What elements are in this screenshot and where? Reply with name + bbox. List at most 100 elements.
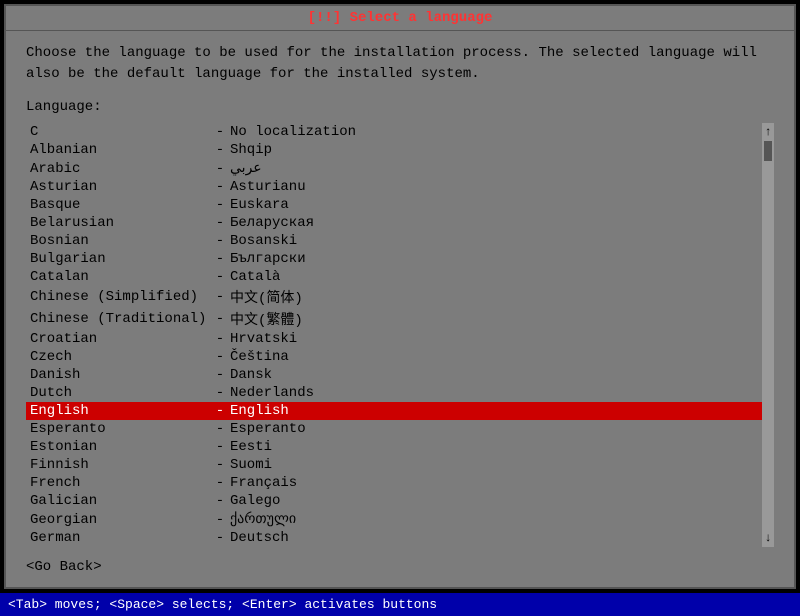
list-item[interactable]: Bulgarian-Български bbox=[26, 250, 762, 268]
list-container: C-No localizationAlbanian-ShqipArabic-عر… bbox=[26, 123, 774, 547]
list-item[interactable]: French-Français bbox=[26, 474, 762, 492]
language-name: Shqip bbox=[230, 142, 758, 158]
separator: - bbox=[210, 179, 230, 195]
main-window: [!!] Select a language Choose the langua… bbox=[4, 4, 796, 589]
language-name: Deutsch bbox=[230, 530, 758, 546]
language-name: Nederlands bbox=[230, 385, 758, 401]
list-item[interactable]: Chinese (Simplified)-中文(简体) bbox=[26, 286, 762, 308]
separator: - bbox=[210, 403, 230, 419]
description-text: Choose the language to be used for the i… bbox=[26, 43, 774, 85]
language-code: Basque bbox=[30, 197, 210, 213]
language-code: Galician bbox=[30, 493, 210, 509]
language-name: 中文(简体) bbox=[230, 287, 758, 307]
list-item[interactable]: Chinese (Traditional)-中文(繁體) bbox=[26, 308, 762, 330]
language-code: Arabic bbox=[30, 161, 210, 177]
language-name: Euskara bbox=[230, 197, 758, 213]
separator: - bbox=[210, 421, 230, 437]
list-item[interactable]: German-Deutsch bbox=[26, 529, 762, 547]
scroll-thumb[interactable] bbox=[764, 141, 772, 161]
language-name: عربي bbox=[230, 160, 758, 177]
language-name: Asturianu bbox=[230, 179, 758, 195]
list-item[interactable]: Albanian-Shqip bbox=[26, 141, 762, 159]
list-item[interactable]: Esperanto-Esperanto bbox=[26, 420, 762, 438]
list-item[interactable]: Georgian-ქართული bbox=[26, 510, 762, 529]
separator: - bbox=[210, 331, 230, 347]
separator: - bbox=[210, 385, 230, 401]
language-list[interactable]: C-No localizationAlbanian-ShqipArabic-عر… bbox=[26, 123, 762, 547]
separator: - bbox=[210, 215, 230, 231]
list-item[interactable]: Croatian-Hrvatski bbox=[26, 330, 762, 348]
language-label: Language: bbox=[26, 99, 774, 115]
language-name: Eesti bbox=[230, 439, 758, 455]
separator: - bbox=[210, 457, 230, 473]
separator: - bbox=[210, 289, 230, 305]
language-code: Czech bbox=[30, 349, 210, 365]
language-name: ქართული bbox=[230, 511, 758, 528]
language-code: Finnish bbox=[30, 457, 210, 473]
list-item[interactable]: Asturian-Asturianu bbox=[26, 178, 762, 196]
separator: - bbox=[210, 269, 230, 285]
separator: - bbox=[210, 530, 230, 546]
language-code: Croatian bbox=[30, 331, 210, 347]
list-item[interactable]: Arabic-عربي bbox=[26, 159, 762, 178]
status-text: <Tab> moves; <Space> selects; <Enter> ac… bbox=[8, 597, 437, 612]
language-code: Chinese (Simplified) bbox=[30, 289, 210, 305]
language-code: Esperanto bbox=[30, 421, 210, 437]
list-item[interactable]: Czech-Čeština bbox=[26, 348, 762, 366]
language-name: Suomi bbox=[230, 457, 758, 473]
content-area: Choose the language to be used for the i… bbox=[6, 31, 794, 587]
language-name: Hrvatski bbox=[230, 331, 758, 347]
separator: - bbox=[210, 512, 230, 528]
language-name: Català bbox=[230, 269, 758, 285]
language-name: 中文(繁體) bbox=[230, 309, 758, 329]
language-code: French bbox=[30, 475, 210, 491]
language-code: Belarusian bbox=[30, 215, 210, 231]
list-item[interactable]: English-English bbox=[26, 402, 762, 420]
language-name: Esperanto bbox=[230, 421, 758, 437]
language-code: Georgian bbox=[30, 512, 210, 528]
separator: - bbox=[210, 233, 230, 249]
language-code: Estonian bbox=[30, 439, 210, 455]
scroll-up-arrow[interactable]: ↑ bbox=[764, 125, 771, 139]
language-code: Catalan bbox=[30, 269, 210, 285]
separator: - bbox=[210, 251, 230, 267]
list-item[interactable]: Dutch-Nederlands bbox=[26, 384, 762, 402]
language-name: English bbox=[230, 403, 758, 419]
list-item[interactable]: Estonian-Eesti bbox=[26, 438, 762, 456]
list-item[interactable]: Finnish-Suomi bbox=[26, 456, 762, 474]
list-item[interactable]: Bosnian-Bosanski bbox=[26, 232, 762, 250]
separator: - bbox=[210, 349, 230, 365]
language-name: Čeština bbox=[230, 349, 758, 365]
list-item[interactable]: C-No localization bbox=[26, 123, 762, 141]
language-code: Albanian bbox=[30, 142, 210, 158]
language-name: No localization bbox=[230, 124, 758, 140]
separator: - bbox=[210, 367, 230, 383]
language-code: German bbox=[30, 530, 210, 546]
separator: - bbox=[210, 124, 230, 140]
language-name: Galego bbox=[230, 493, 758, 509]
language-code: English bbox=[30, 403, 210, 419]
list-item[interactable]: Catalan-Català bbox=[26, 268, 762, 286]
separator: - bbox=[210, 493, 230, 509]
language-code: C bbox=[30, 124, 210, 140]
language-code: Asturian bbox=[30, 179, 210, 195]
language-name: Български bbox=[230, 251, 758, 267]
status-bar: <Tab> moves; <Space> selects; <Enter> ac… bbox=[0, 593, 800, 616]
language-code: Dutch bbox=[30, 385, 210, 401]
list-item[interactable]: Basque-Euskara bbox=[26, 196, 762, 214]
language-code: Bosnian bbox=[30, 233, 210, 249]
go-back-label: <Go Back> bbox=[26, 559, 102, 575]
title-text: [!!] Select a language bbox=[308, 10, 493, 26]
language-name: Dansk bbox=[230, 367, 758, 383]
language-name: Беларуская bbox=[230, 215, 758, 231]
list-item[interactable]: Belarusian-Беларуская bbox=[26, 214, 762, 232]
language-code: Bulgarian bbox=[30, 251, 210, 267]
language-code: Chinese (Traditional) bbox=[30, 311, 210, 327]
go-back-button[interactable]: <Go Back> bbox=[26, 559, 774, 575]
title-bar: [!!] Select a language bbox=[6, 6, 794, 31]
list-item[interactable]: Galician-Galego bbox=[26, 492, 762, 510]
scroll-down-arrow[interactable]: ↓ bbox=[764, 531, 771, 545]
list-item[interactable]: Danish-Dansk bbox=[26, 366, 762, 384]
language-name: Français bbox=[230, 475, 758, 491]
separator: - bbox=[210, 439, 230, 455]
